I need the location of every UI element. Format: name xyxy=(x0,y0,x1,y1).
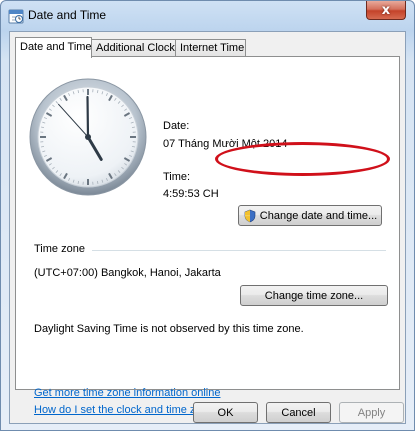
more-time-zone-info-link[interactable]: Get more time zone information online xyxy=(34,387,220,399)
title-bar[interactable]: Date and Time x xyxy=(1,1,414,31)
window-title: Date and Time xyxy=(28,8,107,22)
close-icon: x xyxy=(381,2,391,18)
dialog-client-area: Date and Time Additional Clocks Internet… xyxy=(9,31,406,424)
cancel-button[interactable]: Cancel xyxy=(266,402,331,423)
change-date-time-label: Change date and time... xyxy=(259,209,378,222)
clock-center-cap xyxy=(85,134,91,140)
tab-date-and-time[interactable]: Date and Time xyxy=(15,37,92,58)
close-button[interactable]: x xyxy=(366,1,406,20)
ok-button[interactable]: OK xyxy=(193,402,258,423)
uac-shield-icon xyxy=(244,209,256,222)
tab-panel-date-and-time: Date: 07 Tháng Mười Một 2014 Time: 4:59:… xyxy=(15,56,400,416)
how-to-set-clock-link[interactable]: How do I set the clock and time zone? xyxy=(34,404,220,416)
date-value: 07 Tháng Mười Một 2014 xyxy=(163,138,288,150)
change-date-time-button[interactable]: Change date and time... xyxy=(238,205,382,226)
time-zone-separator xyxy=(92,250,386,251)
date-time-window: Date and Time x Date and Time Additional… xyxy=(0,0,415,431)
time-value: 4:59:53 CH xyxy=(163,188,219,200)
date-time-icon xyxy=(8,9,24,24)
apply-button[interactable]: Apply xyxy=(339,402,404,423)
analog-clock xyxy=(29,78,147,196)
tab-additional-clocks[interactable]: Additional Clocks xyxy=(91,39,180,57)
time-zone-value: (UTC+07:00) Bangkok, Hanoi, Jakarta xyxy=(34,267,221,279)
date-label: Date: xyxy=(163,120,190,132)
time-label: Time: xyxy=(163,171,191,183)
change-time-zone-button[interactable]: Change time zone... xyxy=(240,285,388,306)
tab-internet-time[interactable]: Internet Time xyxy=(175,39,246,57)
time-zone-section-label: Time zone xyxy=(34,243,85,255)
dst-note: Daylight Saving Time is not observed by … xyxy=(34,323,304,335)
